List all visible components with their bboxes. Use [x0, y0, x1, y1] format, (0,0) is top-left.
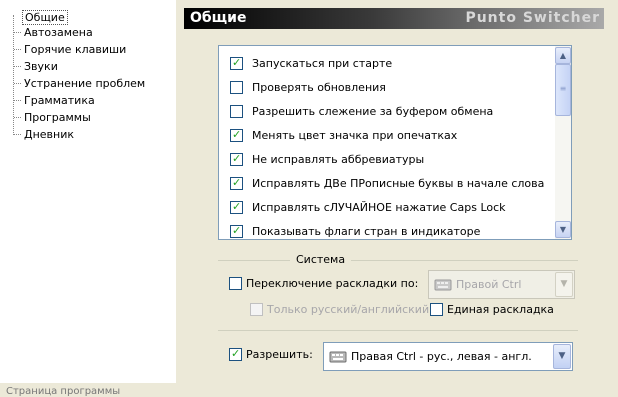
switch-layout-option[interactable]: Переключение раскладки по:: [229, 277, 418, 290]
option-row[interactable]: ✓ Показывать флаги стран в индикаторе: [219, 219, 554, 239]
status-text: Страница программы: [6, 386, 121, 397]
chevron-down-icon[interactable]: ▼: [553, 344, 571, 369]
option-label: Менять цвет значка при опечатках: [252, 128, 458, 142]
tree-item-sounds[interactable]: Звуки: [22, 59, 60, 74]
section-separator: [218, 330, 578, 331]
keyboard-icon: [434, 276, 452, 293]
checkbox[interactable]: ✓: [230, 127, 243, 142]
only-ru-en-option[interactable]: Только русский/английский: [250, 303, 429, 316]
checkbox[interactable]: [230, 104, 243, 118]
chevron-down-icon[interactable]: ▼: [555, 272, 573, 297]
scroll-up-icon[interactable]: ▲: [555, 47, 571, 64]
section-header: Общие Punto Switcher: [184, 8, 604, 29]
single-layout-checkbox[interactable]: [430, 303, 443, 316]
scroll-down-icon[interactable]: ▼: [555, 221, 571, 238]
tree-branch: [14, 49, 21, 50]
tree-item-troubleshooting[interactable]: Устранение проблем: [22, 76, 147, 91]
tree-item-hotkeys[interactable]: Горячие клавиши: [22, 42, 128, 57]
checkmark-icon: ✓: [232, 223, 242, 237]
tree-branch: [14, 66, 21, 67]
checkbox[interactable]: ✓: [230, 151, 243, 166]
checkmark-icon: ✓: [232, 175, 242, 189]
checkmark-icon: ✓: [232, 151, 242, 165]
switch-key-combo[interactable]: Правой Ctrl ▼: [428, 270, 575, 299]
settings-tree: Общие Автозамена Горячие клавиши Звуки У…: [0, 0, 176, 383]
tree-branch: [14, 134, 21, 135]
group-divider: [351, 260, 578, 261]
tree-branch: [14, 32, 21, 33]
allow-label: Разрешить:: [246, 348, 313, 361]
section-title: Общие: [190, 10, 247, 26]
single-layout-option[interactable]: Единая раскладка: [430, 303, 554, 316]
switch-layout-label: Переключение раскладки по:: [246, 277, 419, 290]
only-ru-en-label: Только русский/английский: [267, 303, 430, 316]
checkmark-icon: ✓: [231, 347, 241, 360]
tree-item-grammar[interactable]: Грамматика: [22, 93, 97, 108]
option-row[interactable]: ✓ Исправлять ДВе ПРописные буквы в начал…: [219, 171, 554, 195]
option-label: Исправлять ДВе ПРописные буквы в начале …: [252, 176, 545, 190]
options-scrollbar[interactable]: ▲ ≡ ▼: [555, 46, 571, 239]
option-label: Разрешить слежение за буфером обмена: [252, 104, 494, 118]
tree-item-general[interactable]: Общие: [22, 10, 68, 25]
option-row[interactable]: ✓ Запускаться при старте: [219, 51, 554, 75]
tree-item-programs[interactable]: Программы: [22, 110, 93, 125]
single-layout-label: Единая раскладка: [447, 303, 554, 316]
tree-branch: [14, 100, 21, 101]
allow-checkbox[interactable]: ✓: [229, 347, 242, 361]
checkmark-icon: ✓: [232, 127, 242, 141]
group-divider: [218, 260, 290, 261]
tree-item-autoreplace[interactable]: Автозамена: [22, 25, 95, 40]
checkbox[interactable]: ✓: [230, 223, 243, 238]
tree-branch: [14, 83, 21, 84]
option-row[interactable]: ✓ Не исправлять аббревиатуры: [219, 147, 554, 171]
tree-item-diary[interactable]: Дневник: [22, 127, 76, 142]
option-row[interactable]: Разрешить слежение за буфером обмена: [219, 99, 554, 123]
system-group-title: Система: [296, 253, 346, 266]
allow-option[interactable]: ✓ Разрешить:: [229, 347, 313, 361]
checkbox[interactable]: ✓: [230, 55, 243, 70]
option-label: Проверять обновления: [252, 80, 386, 94]
option-row[interactable]: Проверять обновления: [219, 75, 554, 99]
switch-layout-checkbox[interactable]: [229, 277, 242, 290]
option-row[interactable]: ✓ Исправлять сЛУЧАЙНОЕ нажатие Caps Lock: [219, 195, 554, 219]
keyboard-icon: [329, 348, 347, 365]
switch-key-value: Правой Ctrl: [456, 278, 522, 291]
allow-mode-value: Правая Ctrl - рус., левая - англ.: [351, 350, 532, 363]
tree-branch: [14, 117, 21, 118]
checkmark-icon: ✓: [232, 199, 242, 213]
option-label: Запускаться при старте: [252, 56, 393, 70]
only-ru-en-checkbox[interactable]: [250, 303, 263, 316]
checkmark-icon: ✓: [232, 55, 242, 69]
checkbox[interactable]: ✓: [230, 175, 243, 190]
option-label: Исправлять сЛУЧАЙНОЕ нажатие Caps Lock: [252, 200, 506, 214]
option-row[interactable]: ✓ Менять цвет значка при опечатках: [219, 123, 554, 147]
allow-mode-combo[interactable]: Правая Ctrl - рус., левая - англ. ▼: [323, 342, 573, 371]
option-label: Не исправлять аббревиатуры: [252, 152, 425, 166]
checkbox[interactable]: [230, 80, 243, 94]
options-list[interactable]: ✓ Запускаться при старте Проверять обнов…: [218, 45, 572, 240]
scroll-thumb[interactable]: ≡: [555, 64, 571, 116]
brand-logo-text: Punto Switcher: [465, 10, 600, 26]
checkbox[interactable]: ✓: [230, 199, 243, 214]
option-label: Показывать флаги стран в индикаторе: [252, 224, 481, 238]
